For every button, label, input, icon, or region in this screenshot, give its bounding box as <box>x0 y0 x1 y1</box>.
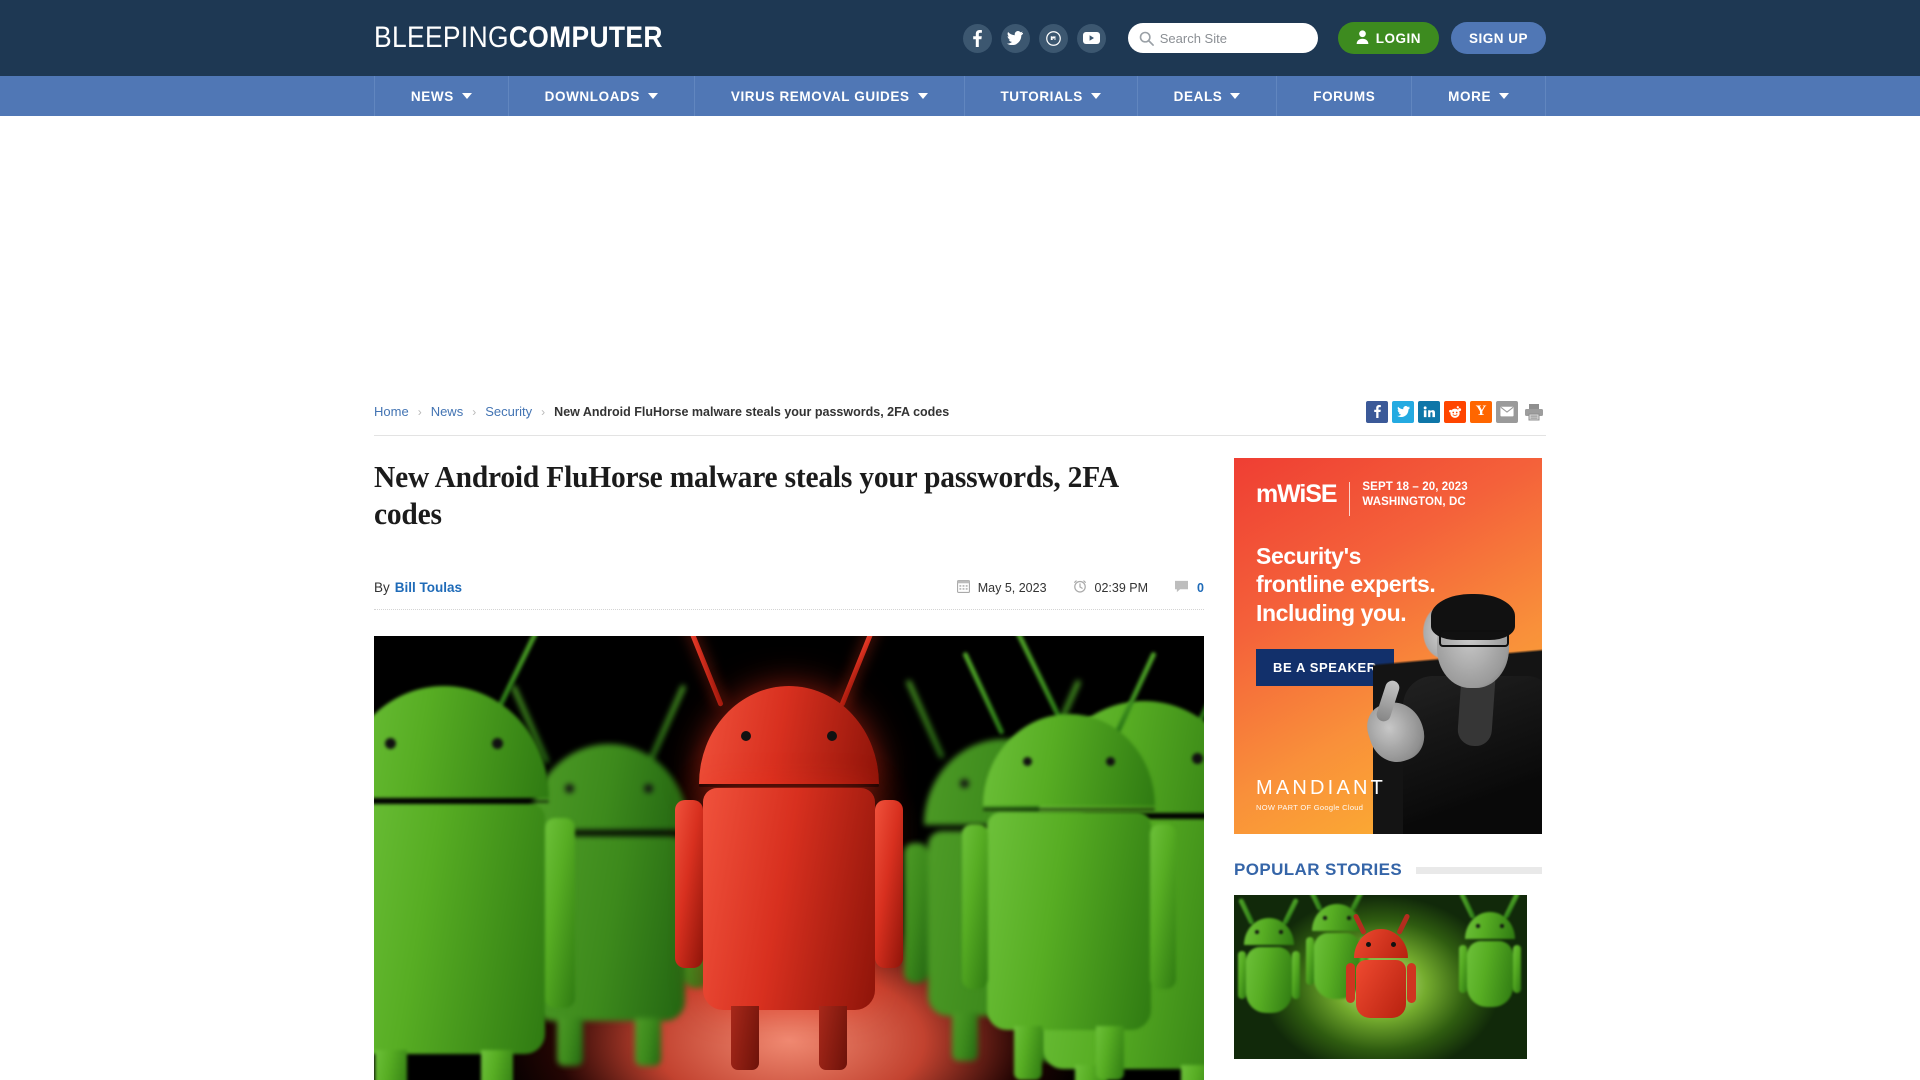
nav-item-virus-removal-guides[interactable]: VIRUS REMOVAL GUIDES <box>695 76 965 116</box>
nav-item-label: FORUMS <box>1313 88 1376 104</box>
share-reddit-icon[interactable] <box>1444 400 1466 423</box>
article-byline: By Bill Toulas May 5, 2023 02:39 PM 0 <box>374 566 1204 611</box>
comment-icon <box>1174 580 1189 596</box>
android-robot-red-center <box>675 636 903 1074</box>
breadcrumb-separator: › <box>417 404 422 419</box>
breadcrumb-separator: › <box>472 404 477 419</box>
publish-date-text: May 5, 2023 <box>977 580 1047 595</box>
chevron-down-icon <box>1090 93 1101 99</box>
nav-item-tutorials[interactable]: TUTORIALS <box>965 76 1138 116</box>
site-logo[interactable]: BLEEPINGCOMPUTER <box>374 21 663 55</box>
signup-button-label: SIGN UP <box>1468 30 1528 46</box>
login-button[interactable]: LOGIN <box>1337 22 1439 54</box>
comment-count[interactable]: 0 <box>1174 580 1204 596</box>
social-links <box>962 23 1106 53</box>
nav-item-more[interactable]: MORE <box>1412 76 1546 116</box>
sidebar-ad-mwise[interactable]: mWiSE SEPT 18 – 20, 2023 WASHINGTON, DC … <box>1234 458 1542 834</box>
user-icon <box>1356 29 1369 47</box>
nav-item-label: NEWS <box>410 88 454 104</box>
nav-item-label: DEALS <box>1173 88 1223 104</box>
print-icon[interactable] <box>1522 401 1546 423</box>
chevron-down-icon <box>1499 93 1510 99</box>
search-icon <box>1139 31 1154 46</box>
ad-location: WASHINGTON, DC <box>1362 496 1466 509</box>
breadcrumb-row: Home › News › Security › New Android Flu… <box>374 388 1546 436</box>
main-navigation: NEWS DOWNLOADS VIRUS REMOVAL GUIDES TUTORIA… <box>0 76 1920 116</box>
share-hackernews-icon[interactable]: Y <box>1470 400 1492 423</box>
nav-item-deals[interactable]: DEALS <box>1138 76 1278 116</box>
breadcrumb-home[interactable]: Home <box>374 404 409 419</box>
ad-sponsor-sub: NOW PART OF Google Cloud <box>1256 803 1364 812</box>
share-facebook-icon[interactable] <box>1366 400 1388 423</box>
nav-item-label: DOWNLOADS <box>544 88 641 104</box>
article-main: New Android FluHorse malware steals your… <box>374 458 1204 1080</box>
article-meta: May 5, 2023 02:39 PM 0 <box>956 579 1204 596</box>
android-robot-near-right <box>962 651 1176 1080</box>
comment-count-text: 0 <box>1197 580 1204 595</box>
twitter-icon[interactable] <box>1000 23 1030 53</box>
popular-stories-section: POPULAR STORIES <box>1234 860 1542 1059</box>
mastodon-icon[interactable] <box>1038 23 1068 53</box>
login-button-label: LOGIN <box>1375 30 1421 46</box>
nav-item-label: TUTORIALS <box>1000 88 1083 104</box>
nav-item-news[interactable]: NEWS <box>375 76 509 116</box>
chevron-down-icon <box>1230 93 1241 99</box>
share-email-icon[interactable] <box>1496 400 1518 423</box>
logo-text-thin: BLEEPING <box>374 21 509 54</box>
chevron-down-icon <box>917 93 928 99</box>
search-box[interactable] <box>1127 23 1318 53</box>
clock-icon <box>1073 579 1087 596</box>
sidebar: mWiSE SEPT 18 – 20, 2023 WASHINGTON, DC … <box>1234 458 1542 1080</box>
ad-sponsor-name: MANDIANT <box>1256 777 1387 799</box>
breadcrumb-news[interactable]: News <box>431 404 464 419</box>
nav-item-forums[interactable]: FORUMS <box>1277 76 1413 116</box>
breadcrumb-current: New Android FluHorse malware steals your… <box>554 404 950 419</box>
logo-text-bold: COMPUTER <box>508 21 663 54</box>
header-right-cluster: LOGIN SIGN UP <box>962 22 1546 54</box>
ad-dates: SEPT 18 – 20, 2023 <box>1362 481 1468 493</box>
facebook-icon[interactable] <box>962 23 992 53</box>
search-input[interactable] <box>1159 30 1308 46</box>
popular-stories-title: POPULAR STORIES <box>1234 860 1403 879</box>
breadcrumb: Home › News › Security › New Android Flu… <box>374 404 949 419</box>
breadcrumb-separator: › <box>541 404 546 419</box>
hackernews-letter: Y <box>1475 403 1487 419</box>
android-robot-mid-left <box>374 636 575 1080</box>
site-header: BLEEPINGCOMPUTER Search Site LOGIN SIGN … <box>0 0 1920 76</box>
ad-brand: mWiSE <box>1256 480 1338 508</box>
share-linkedin-icon[interactable] <box>1418 400 1440 423</box>
breadcrumb-security[interactable]: Security <box>485 404 532 419</box>
ad-headline-line1: Security's <box>1256 543 1362 569</box>
byline-prefix: By <box>374 580 390 596</box>
chevron-down-icon <box>648 93 659 99</box>
youtube-icon[interactable] <box>1076 23 1106 53</box>
signup-button[interactable]: SIGN UP <box>1450 22 1546 54</box>
publish-date: May 5, 2023 <box>956 579 1047 596</box>
calendar-icon <box>956 579 970 596</box>
popular-story-thumbnail[interactable] <box>1234 895 1527 1059</box>
section-divider <box>1416 866 1542 874</box>
author-link[interactable]: Bill Toulas <box>395 580 462 595</box>
article-hero-image <box>374 636 1204 1080</box>
nav-item-label: VIRUS REMOVAL GUIDES <box>730 88 910 104</box>
ad-speaker-photo <box>1361 584 1542 834</box>
chevron-down-icon <box>461 93 472 99</box>
share-buttons: Y <box>1366 400 1546 423</box>
leaderboard-ad-slot <box>0 116 1920 388</box>
popular-red-robot <box>1346 913 1416 1037</box>
share-twitter-icon[interactable] <box>1392 400 1414 423</box>
nav-item-downloads[interactable]: DOWNLOADS <box>509 76 695 116</box>
publish-time: 02:39 PM <box>1073 579 1149 596</box>
page-title: New Android FluHorse malware steals your… <box>374 459 1118 532</box>
nav-item-label: MORE <box>1448 88 1492 104</box>
ad-divider <box>1349 482 1351 516</box>
publish-time-text: 02:39 PM <box>1094 580 1149 595</box>
